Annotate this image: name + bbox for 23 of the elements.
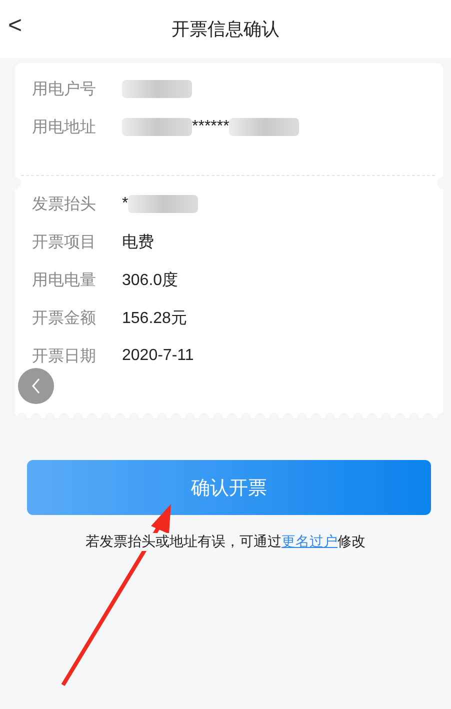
- chevron-left-icon: [31, 378, 41, 394]
- field-label: 用电电量: [32, 270, 97, 290]
- field-value: 2020-7-11: [122, 347, 194, 365]
- field-label: 开票金额: [32, 308, 97, 328]
- field-value: ******: [192, 118, 230, 136]
- confirm-invoice-button[interactable]: 确认开票: [27, 460, 431, 515]
- field-label: 开票日期: [32, 346, 97, 366]
- back-button[interactable]: <: [8, 12, 22, 40]
- field-value: *: [122, 195, 128, 213]
- field-label: 开票项目: [32, 232, 97, 252]
- field-value: 电费: [122, 232, 154, 252]
- hint-text: 若发票抬头或地址有误，可通过更名过户修改: [86, 533, 366, 551]
- field-label: 发票抬头: [32, 194, 97, 214]
- field-label: 用电户号: [32, 78, 97, 100]
- field-value: 156.28元: [122, 308, 187, 328]
- redacted-block: [229, 118, 300, 136]
- redacted-block: [122, 80, 192, 98]
- page-title: 开票信息确认: [172, 18, 280, 41]
- field-value: 306.0度: [122, 270, 178, 290]
- redacted-block: [128, 195, 198, 213]
- field-label: 用电地址: [32, 116, 97, 138]
- redacted-block: [122, 118, 192, 136]
- rename-link[interactable]: 更名过户: [282, 534, 338, 550]
